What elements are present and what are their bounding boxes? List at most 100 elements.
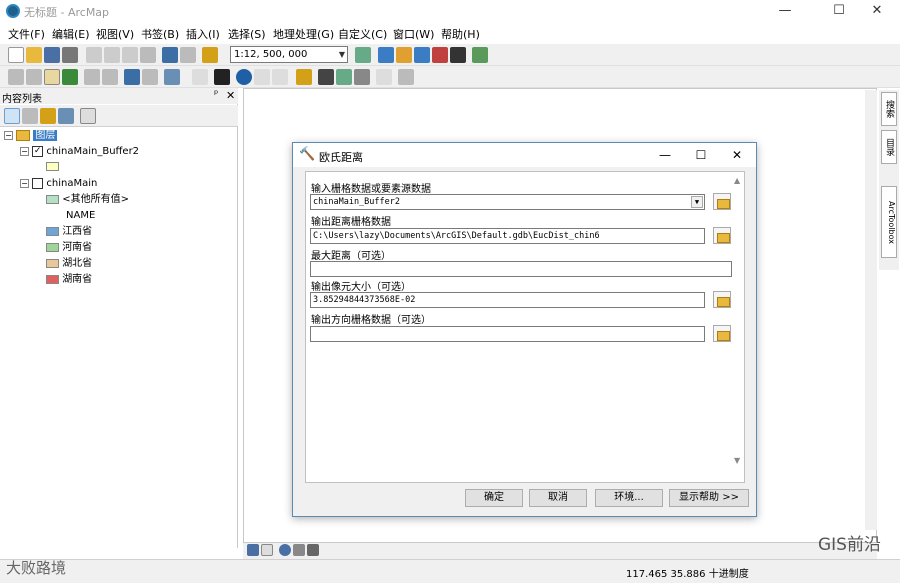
fixed-zoom-in-icon[interactable] xyxy=(84,69,100,85)
menu-help[interactable]: 帮助(H) xyxy=(441,26,480,42)
cell-size-input[interactable]: 3.85294844373568E-02 xyxy=(310,292,705,308)
forward-icon[interactable] xyxy=(142,69,158,85)
catalog-window-icon[interactable] xyxy=(396,47,412,63)
python-window-icon[interactable] xyxy=(450,47,466,63)
menu-view[interactable]: 视图(V) xyxy=(96,26,134,42)
modelbuilder-icon[interactable] xyxy=(472,47,488,63)
paste-icon[interactable] xyxy=(122,47,138,63)
redo-icon[interactable] xyxy=(180,47,196,63)
menu-file[interactable]: 文件(F) xyxy=(8,26,45,42)
layers-root[interactable]: − 图层 xyxy=(4,128,58,143)
undo-icon[interactable] xyxy=(162,47,178,63)
menu-customize[interactable]: 自定义(C) xyxy=(338,26,387,42)
open-icon[interactable] xyxy=(26,47,42,63)
environments-button[interactable]: 环境... xyxy=(595,489,663,507)
menu-windows[interactable]: 窗口(W) xyxy=(393,26,434,42)
add-data-icon[interactable] xyxy=(202,47,218,63)
toc-close-icon[interactable]: ✕ xyxy=(226,89,235,102)
viewer-window-icon[interactable] xyxy=(398,69,414,85)
menu-bookmarks[interactable]: 书签(B) xyxy=(141,26,179,42)
cancel-button[interactable]: 取消 xyxy=(529,489,587,507)
cut-icon[interactable] xyxy=(86,47,102,63)
collapse-icon[interactable]: − xyxy=(20,146,29,156)
zoom-out-icon[interactable] xyxy=(26,69,42,85)
list-by-source-icon[interactable] xyxy=(22,108,38,124)
dialog-close-button[interactable]: ✕ xyxy=(719,143,755,167)
layer-visibility-checkbox[interactable]: ✓ xyxy=(32,145,44,157)
select-elements-icon[interactable] xyxy=(214,69,230,85)
layer-item[interactable]: − ✓ chinaMain_Buffer2 xyxy=(20,144,139,159)
max-distance-input[interactable] xyxy=(310,261,732,277)
scroll-up-icon[interactable]: ▲ xyxy=(734,176,740,185)
chevron-down-icon[interactable]: ▼ xyxy=(691,196,703,208)
folder-browse-icon[interactable] xyxy=(713,291,731,308)
full-extent-icon[interactable] xyxy=(62,69,78,85)
search-window-icon[interactable] xyxy=(414,47,430,63)
menu-selection[interactable]: 选择(S) xyxy=(228,26,266,42)
print-icon[interactable] xyxy=(62,47,78,63)
clear-selection-icon[interactable] xyxy=(192,69,208,85)
layer-item[interactable]: − chinaMain xyxy=(20,176,97,191)
copy-icon[interactable] xyxy=(104,47,120,63)
refresh-icon[interactable] xyxy=(279,544,291,556)
pause-icon[interactable] xyxy=(293,544,305,556)
minimize-button[interactable]: — xyxy=(762,0,808,22)
map-scale-select[interactable]: 1:12, 500, 000 ▼ xyxy=(230,46,348,63)
menu-geoprocessing[interactable]: 地理处理(G) xyxy=(273,26,334,42)
arctoolbox-icon[interactable] xyxy=(432,47,448,63)
save-icon[interactable] xyxy=(44,47,60,63)
catalog-tab[interactable]: 目录 xyxy=(881,130,897,164)
show-help-button[interactable]: 显示帮助 >> xyxy=(669,489,749,507)
menu-insert[interactable]: 插入(I) xyxy=(186,26,220,42)
arctoolbox-tab[interactable]: ArcToolbox xyxy=(881,186,897,258)
measure-icon[interactable] xyxy=(296,69,312,85)
time-slider-icon[interactable] xyxy=(376,69,392,85)
map-vertical-scrollbar[interactable] xyxy=(865,90,877,530)
toc-window-icon[interactable] xyxy=(378,47,394,63)
hyperlink-icon[interactable] xyxy=(254,69,270,85)
buffer-symbol xyxy=(46,161,59,171)
list-by-selection-icon[interactable] xyxy=(58,108,74,124)
scroll-left-icon[interactable] xyxy=(307,544,319,556)
list-by-drawing-order-icon[interactable] xyxy=(4,108,20,124)
list-by-visibility-icon[interactable] xyxy=(40,108,56,124)
input-raster-select[interactable]: chinaMain_Buffer2 ▼ xyxy=(310,194,705,210)
layout-view-icon[interactable] xyxy=(261,544,273,556)
find-icon[interactable] xyxy=(318,69,334,85)
pan-icon[interactable] xyxy=(44,69,60,85)
menu-edit[interactable]: 编辑(E) xyxy=(52,26,90,42)
collapse-icon[interactable]: − xyxy=(4,130,13,140)
editor-icon[interactable] xyxy=(355,47,371,63)
folder-browse-icon[interactable] xyxy=(713,227,731,244)
close-button[interactable]: ✕ xyxy=(854,0,900,22)
go-to-xy-icon[interactable] xyxy=(354,69,370,85)
data-view-icon[interactable] xyxy=(247,544,259,556)
output-direction-raster-input[interactable] xyxy=(310,326,705,342)
zoom-in-icon[interactable] xyxy=(8,69,24,85)
ok-button[interactable]: 确定 xyxy=(465,489,523,507)
dialog-minimize-button[interactable]: — xyxy=(647,143,683,167)
html-popup-icon[interactable] xyxy=(272,69,288,85)
new-document-icon[interactable] xyxy=(8,47,24,63)
delete-icon[interactable] xyxy=(140,47,156,63)
select-features-icon[interactable] xyxy=(164,69,180,85)
tools-toolbar xyxy=(0,66,900,88)
back-icon[interactable] xyxy=(124,69,140,85)
pin-icon[interactable]: ᵖ xyxy=(214,89,218,100)
find-route-icon[interactable] xyxy=(336,69,352,85)
identify-icon[interactable] xyxy=(236,69,252,85)
output-distance-raster-input[interactable]: C:\Users\lazy\Documents\ArcGIS\Default.g… xyxy=(310,228,705,244)
scroll-down-icon[interactable]: ▼ xyxy=(734,456,740,465)
options-icon[interactable] xyxy=(80,108,96,124)
collapse-icon[interactable]: − xyxy=(20,178,29,188)
dialog-maximize-button[interactable]: ☐ xyxy=(683,143,719,167)
fixed-zoom-out-icon[interactable] xyxy=(102,69,118,85)
legend-label: 河南省 xyxy=(62,242,93,253)
folder-browse-icon[interactable] xyxy=(713,193,731,210)
legend-swatch xyxy=(46,226,59,236)
input-raster-value: chinaMain_Buffer2 xyxy=(313,197,400,207)
standard-toolbar: 1:12, 500, 000 ▼ xyxy=(0,44,900,66)
search-tab[interactable]: 搜索 xyxy=(881,92,897,126)
layer-visibility-checkbox[interactable] xyxy=(32,177,44,189)
folder-browse-icon[interactable] xyxy=(713,325,731,342)
